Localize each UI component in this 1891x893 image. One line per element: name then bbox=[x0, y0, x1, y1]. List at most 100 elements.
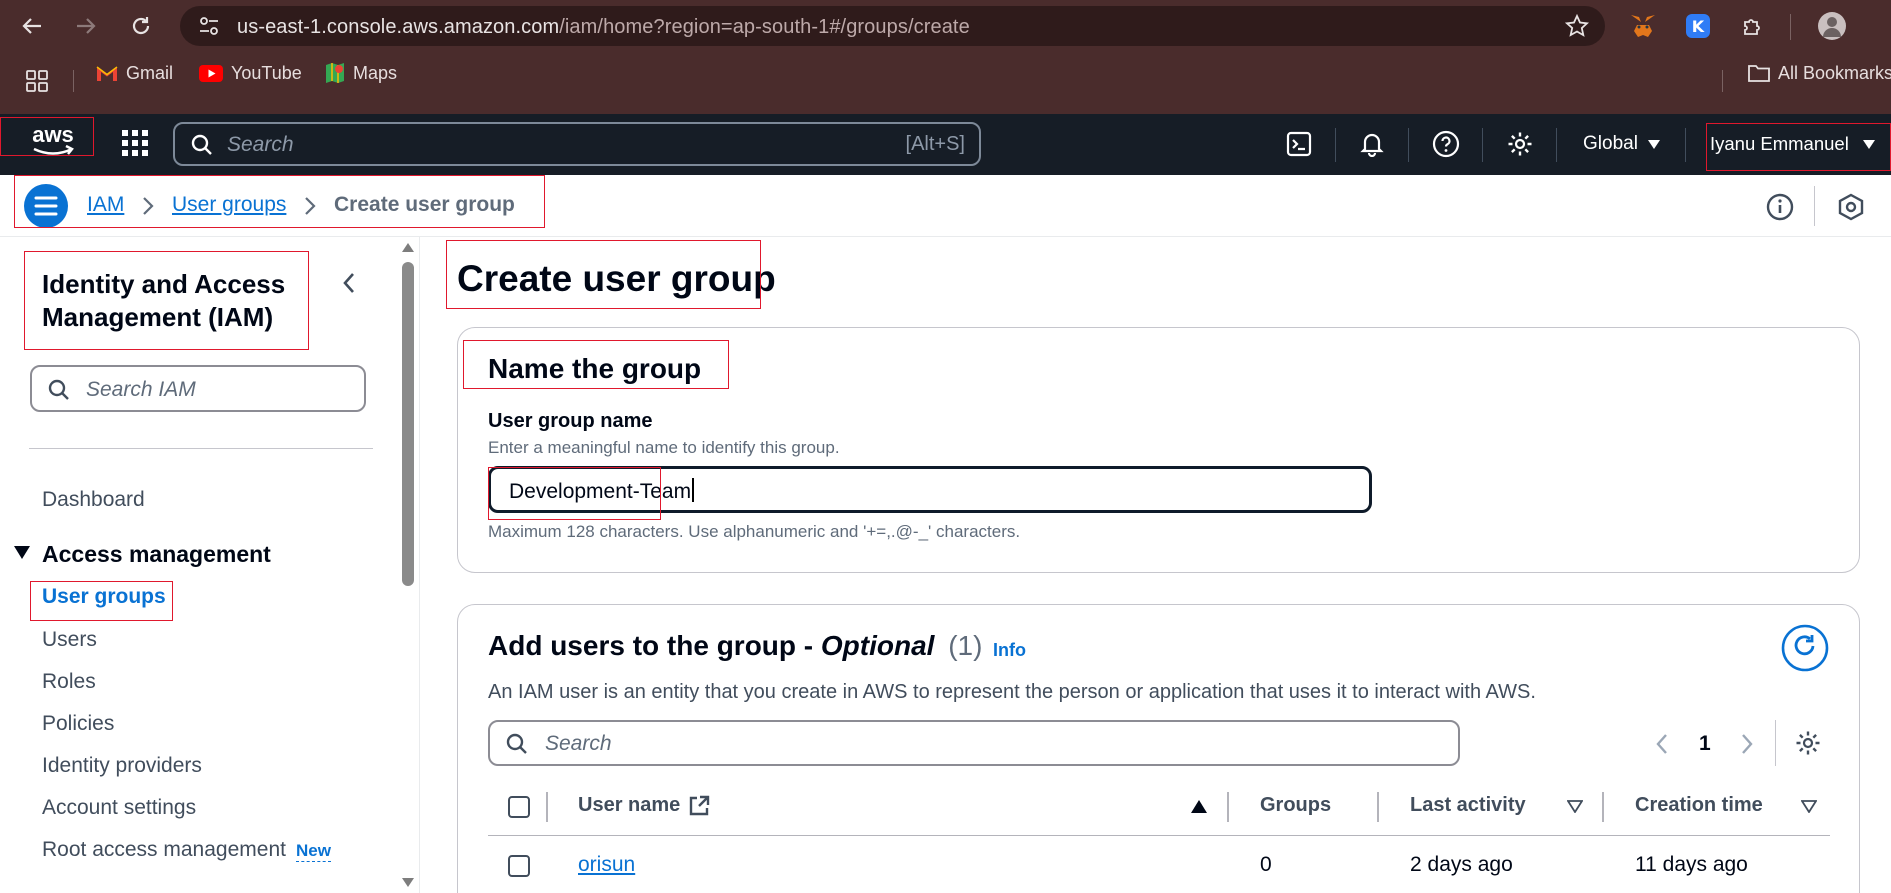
apps-grid-icon[interactable] bbox=[26, 70, 48, 92]
services-menu-icon[interactable] bbox=[122, 130, 148, 156]
sidebar-item-roles[interactable]: Roles bbox=[42, 670, 96, 694]
column-divider bbox=[546, 792, 548, 822]
toolbar-divider bbox=[1814, 186, 1815, 226]
external-link-icon bbox=[690, 795, 710, 815]
nav-divider bbox=[1556, 128, 1557, 162]
sidebar-search-input[interactable]: Search IAM bbox=[30, 365, 366, 412]
column-divider bbox=[1227, 792, 1229, 822]
collapse-sidebar-icon[interactable] bbox=[342, 272, 356, 294]
settings-gear-icon[interactable] bbox=[1504, 128, 1536, 160]
extensions-puzzle-icon[interactable] bbox=[1737, 10, 1769, 42]
sidebar-item-policies[interactable]: Policies bbox=[42, 712, 114, 736]
highlight-box bbox=[24, 251, 309, 350]
nav-divider bbox=[1408, 128, 1409, 162]
k-extension-icon[interactable]: K bbox=[1682, 10, 1714, 42]
forward-icon[interactable] bbox=[70, 10, 102, 42]
metamask-extension-icon[interactable] bbox=[1627, 10, 1659, 42]
sort-ascending-icon[interactable] bbox=[1191, 800, 1207, 813]
user-group-name-description: Enter a meaningful name to identify this… bbox=[488, 438, 840, 457]
nav-divider bbox=[1482, 128, 1483, 162]
highlight-box bbox=[30, 581, 173, 621]
search-placeholder: Search bbox=[227, 133, 294, 156]
add-users-description: An IAM user is an entity that you create… bbox=[488, 681, 1536, 703]
sidebar-item-identity-providers[interactable]: Identity providers bbox=[42, 754, 202, 778]
highlight-box bbox=[463, 340, 729, 389]
sidebar-item-account-settings[interactable]: Account settings bbox=[42, 796, 196, 820]
search-shortcut: [Alt+S] bbox=[905, 133, 965, 155]
bookmark-star-icon[interactable] bbox=[1565, 14, 1589, 38]
search-icon bbox=[191, 134, 213, 156]
chrome-spacer bbox=[0, 93, 1891, 114]
user-group-name-label: User group name bbox=[488, 410, 653, 432]
current-page[interactable]: 1 bbox=[1699, 732, 1711, 756]
youtube-icon bbox=[199, 64, 223, 82]
gmail-icon bbox=[96, 65, 118, 81]
sort-icon[interactable] bbox=[1801, 800, 1817, 813]
user-name-link[interactable]: orisun bbox=[578, 853, 635, 877]
row-checkbox[interactable] bbox=[508, 855, 530, 877]
text-caret bbox=[692, 478, 694, 502]
column-header-creation-time[interactable]: Creation time bbox=[1635, 794, 1763, 817]
region-label: Global bbox=[1583, 133, 1638, 154]
region-selector[interactable]: Global bbox=[1583, 133, 1660, 155]
maps-icon bbox=[326, 63, 344, 83]
url-text: us-east-1.console.aws.amazon.com/iam/hom… bbox=[237, 16, 970, 38]
cell-last-activity: 2 days ago bbox=[1410, 853, 1513, 876]
column-header-groups[interactable]: Groups bbox=[1260, 794, 1331, 817]
profile-avatar[interactable] bbox=[1816, 10, 1848, 42]
table-row bbox=[488, 836, 1830, 893]
highlight-box bbox=[446, 240, 761, 309]
heading-optional: Optional bbox=[820, 630, 935, 661]
svg-text:K: K bbox=[1692, 17, 1705, 36]
bookmark-maps[interactable]: Maps bbox=[325, 62, 397, 84]
bookmark-label: Gmail bbox=[126, 62, 174, 83]
notifications-bell-icon[interactable] bbox=[1356, 128, 1388, 160]
next-page-icon[interactable] bbox=[1740, 733, 1754, 755]
all-bookmarks-label: All Bookmarks bbox=[1778, 62, 1891, 83]
column-divider bbox=[1602, 792, 1604, 822]
address-bar[interactable]: us-east-1.console.aws.amazon.com/iam/hom… bbox=[180, 6, 1605, 46]
highlight-box bbox=[14, 175, 545, 228]
column-label: User name bbox=[578, 794, 681, 816]
site-info-icon[interactable] bbox=[198, 16, 220, 36]
cloudshell-icon[interactable] bbox=[1283, 128, 1315, 160]
heading-prefix: Add users to the group - bbox=[488, 630, 821, 661]
sidebar-item-users[interactable]: Users bbox=[42, 628, 97, 652]
bookmark-gmail[interactable]: Gmail bbox=[96, 62, 173, 84]
feedback-hex-icon[interactable] bbox=[1837, 193, 1865, 221]
refresh-icon[interactable] bbox=[1781, 624, 1829, 672]
sidebar-item-root-access-management[interactable]: Root access management bbox=[42, 838, 286, 862]
nav-divider bbox=[1685, 128, 1686, 162]
sidebar-section-access-management[interactable]: Access management bbox=[42, 541, 271, 568]
table-preferences-gear-icon[interactable] bbox=[1795, 730, 1821, 756]
folder-icon bbox=[1748, 65, 1770, 82]
column-header-last-activity[interactable]: Last activity bbox=[1410, 794, 1526, 817]
new-badge[interactable]: New bbox=[296, 841, 331, 862]
column-header-user-name[interactable]: User name bbox=[578, 794, 710, 817]
users-search-input[interactable]: Search bbox=[488, 720, 1460, 766]
users-search-placeholder: Search bbox=[545, 732, 612, 755]
add-users-heading: Add users to the group - Optional (1) bbox=[488, 630, 982, 662]
user-group-name-constraint: Maximum 128 characters. Use alphanumeric… bbox=[488, 522, 1021, 541]
cell-creation-time: 11 days ago bbox=[1635, 853, 1748, 876]
caret-down-icon bbox=[1647, 139, 1660, 149]
sidebar-scrollbar[interactable] bbox=[400, 240, 416, 890]
previous-page-icon[interactable] bbox=[1655, 733, 1669, 755]
bookmarks-divider bbox=[73, 70, 74, 92]
reload-icon[interactable] bbox=[125, 10, 157, 42]
caret-down-icon[interactable] bbox=[14, 546, 30, 559]
back-icon[interactable] bbox=[16, 10, 48, 42]
toolbar-divider bbox=[1790, 14, 1791, 40]
bookmarks-divider bbox=[1722, 70, 1723, 92]
sort-icon[interactable] bbox=[1567, 800, 1583, 813]
help-icon[interactable] bbox=[1430, 128, 1462, 160]
aws-search-input[interactable]: Search [Alt+S] bbox=[173, 122, 981, 166]
sidebar-item-dashboard[interactable]: Dashboard bbox=[42, 488, 145, 512]
all-bookmarks[interactable]: All Bookmarks bbox=[1748, 62, 1891, 84]
bookmark-youtube[interactable]: YouTube bbox=[199, 62, 302, 84]
select-all-checkbox[interactable] bbox=[508, 796, 530, 818]
bookmark-label: YouTube bbox=[231, 62, 302, 83]
info-link[interactable]: Info bbox=[993, 640, 1026, 661]
highlight-box bbox=[1706, 123, 1891, 171]
info-panel-icon[interactable] bbox=[1766, 193, 1794, 221]
